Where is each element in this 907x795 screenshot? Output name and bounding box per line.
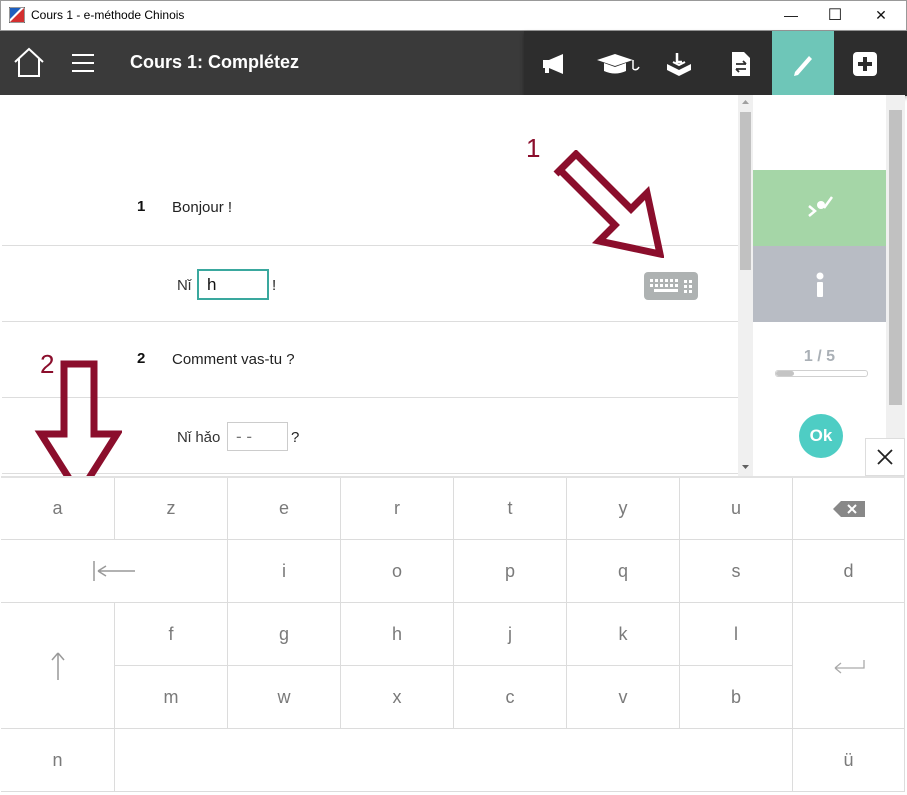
check-icon: [808, 196, 834, 217]
minimize-button[interactable]: —: [768, 0, 814, 30]
info-button[interactable]: [753, 246, 886, 322]
info-icon: [816, 272, 824, 297]
content-scrollbar-thumb[interactable]: [740, 112, 751, 270]
keyboard-icon: [650, 279, 692, 293]
key-h[interactable]: h: [341, 603, 454, 666]
enter-icon: [834, 659, 865, 673]
row-divider: [2, 321, 738, 322]
page-counter: 1 / 5: [803, 348, 836, 365]
key-l[interactable]: l: [680, 603, 793, 666]
key-y[interactable]: y: [567, 478, 680, 540]
document-swap-icon: [732, 51, 750, 76]
key-g[interactable]: g: [228, 603, 341, 666]
inkpot-icon: [667, 52, 691, 76]
key-q[interactable]: q: [567, 540, 680, 603]
backspace-icon: [832, 500, 865, 517]
plus-box-icon: [853, 51, 877, 76]
key-s[interactable]: s: [680, 540, 793, 603]
add-tool-button[interactable]: [834, 31, 896, 96]
key-i[interactable]: i: [228, 540, 341, 603]
shift-icon: [50, 652, 65, 680]
key-u-umlaut[interactable]: ü: [793, 729, 905, 792]
question-number: 2: [137, 350, 146, 367]
key-m[interactable]: m: [115, 666, 228, 729]
pencil-tool-button[interactable]: [772, 31, 834, 96]
keyboard-toggle-button[interactable]: [644, 272, 698, 300]
key-u[interactable]: u: [680, 478, 793, 540]
megaphone-icon: [543, 53, 563, 74]
key-n[interactable]: n: [1, 729, 115, 792]
key-w[interactable]: w: [228, 666, 341, 729]
question-number: 1: [137, 198, 146, 215]
window-title: Cours 1 - e-méthode Chinois: [31, 8, 185, 22]
question-prompt: Bonjour !: [172, 199, 233, 216]
key-t[interactable]: t: [454, 478, 567, 540]
key-c[interactable]: c: [454, 666, 567, 729]
answer-suffix: ?: [291, 429, 300, 446]
document-tool-button[interactable]: [710, 31, 772, 96]
key-b[interactable]: b: [680, 666, 793, 729]
ok-button[interactable]: Ok: [799, 414, 843, 458]
key-x[interactable]: x: [341, 666, 454, 729]
scroll-up-icon[interactable]: [740, 98, 751, 106]
annotation-arrow-1: [553, 150, 664, 258]
answer-prefix: Nǐ: [177, 277, 192, 294]
close-window-button[interactable]: ✕: [858, 0, 904, 30]
key-z[interactable]: z: [115, 478, 228, 540]
key-o[interactable]: o: [341, 540, 454, 603]
side-scrollbar-thumb[interactable]: [889, 110, 902, 405]
close-icon: [877, 449, 893, 465]
enter-key[interactable]: [793, 603, 905, 729]
tab-key[interactable]: [1, 540, 228, 603]
key-j[interactable]: j: [454, 603, 567, 666]
app-icon: [9, 7, 25, 23]
answer-suffix: !: [272, 277, 277, 294]
space-key[interactable]: [115, 729, 793, 792]
answer-input[interactable]: [227, 422, 288, 451]
megaphone-tool-button[interactable]: [524, 31, 586, 96]
shift-key[interactable]: [1, 603, 115, 729]
inkpot-tool-button[interactable]: [648, 31, 710, 96]
maximize-button[interactable]: ☐: [812, 0, 858, 30]
tab-icon: [93, 561, 135, 581]
pencil-icon: [794, 55, 812, 76]
home-icon[interactable]: [12, 45, 46, 79]
answer-prefix: Nǐ hǎo: [177, 429, 221, 446]
graduation-cap-icon: [597, 53, 640, 73]
key-k[interactable]: k: [567, 603, 680, 666]
progress-bar-fill: [776, 371, 794, 376]
hamburger-menu-icon[interactable]: [70, 52, 96, 74]
page-title: Cours 1: Complétez: [130, 52, 300, 72]
key-v[interactable]: v: [567, 666, 680, 729]
key-r[interactable]: r: [341, 478, 454, 540]
backspace-key[interactable]: [793, 478, 905, 540]
key-f[interactable]: f: [115, 603, 228, 666]
key-a[interactable]: a: [1, 478, 115, 540]
key-p[interactable]: p: [454, 540, 567, 603]
answer-input[interactable]: [197, 269, 269, 300]
annotation-label-1: 1: [526, 133, 541, 163]
close-keyboard-button[interactable]: [865, 438, 905, 476]
key-d[interactable]: d: [793, 540, 905, 603]
scroll-down-icon[interactable]: [740, 463, 751, 471]
key-e[interactable]: e: [228, 478, 341, 540]
graduation-tool-button[interactable]: [586, 31, 648, 96]
check-answer-button[interactable]: [753, 170, 886, 246]
question-prompt: Comment vas-tu ?: [172, 351, 295, 368]
